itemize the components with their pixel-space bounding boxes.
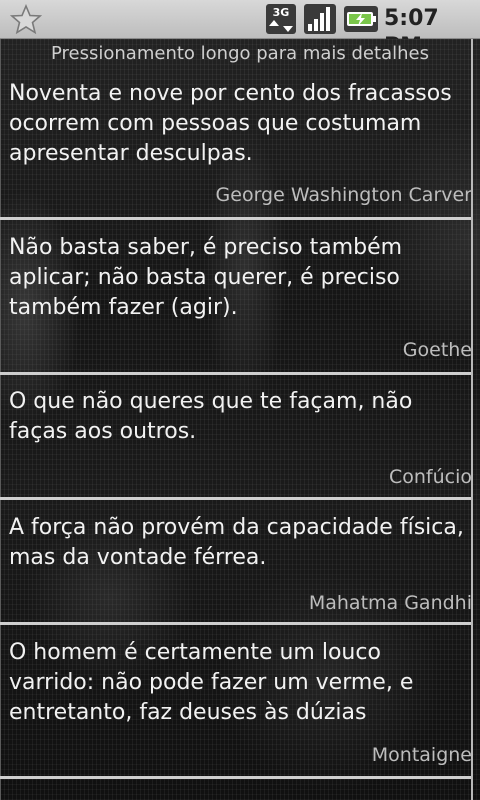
signal-icon [304, 4, 336, 34]
quote-item[interactable]: O que não queres que te façam, não faças… [0, 384, 480, 496]
3g-data-icon: 3G [266, 4, 296, 34]
quote-author: George Washington Carver [215, 184, 472, 206]
quotes-list: Pressionamento longo para mais detalhes … [0, 39, 480, 800]
quote-text: Não basta saber, é preciso também aplica… [9, 235, 403, 320]
star-icon[interactable] [10, 4, 42, 34]
divider [0, 372, 472, 375]
quote-author: Confúcio [388, 466, 472, 488]
svg-text:3G: 3G [273, 6, 290, 19]
list-right-border [471, 39, 473, 800]
quote-text: O que não queres que te façam, não faças… [9, 389, 413, 444]
divider [0, 497, 472, 500]
status-bar: 3G 5:07 PM [0, 0, 480, 59]
quote-author: Montaigne [371, 744, 472, 766]
quote-item[interactable]: O homem é certamente um louco varrido: n… [0, 635, 480, 774]
quote-text: Noventa e nove por cento dos fracassos o… [9, 81, 452, 166]
battery-charging-icon [344, 6, 378, 32]
quote-text: O homem é certamente um louco varrido: n… [9, 640, 414, 725]
quote-item[interactable]: Não basta saber, é preciso também aplica… [0, 230, 480, 369]
quote-item[interactable]: A força não provém da capacidade física,… [0, 510, 480, 622]
quote-author: Mahatma Gandhi [308, 592, 472, 614]
divider [0, 776, 472, 779]
quote-author: Goethe [402, 339, 472, 361]
quote-item[interactable]: Noventa e nove por cento dos fracassos o… [0, 76, 480, 216]
divider [0, 622, 472, 625]
divider [0, 217, 472, 220]
long-press-hint: Pressionamento longo para mais detalhes [51, 43, 429, 64]
quote-text: A força não provém da capacidade física,… [9, 515, 464, 570]
